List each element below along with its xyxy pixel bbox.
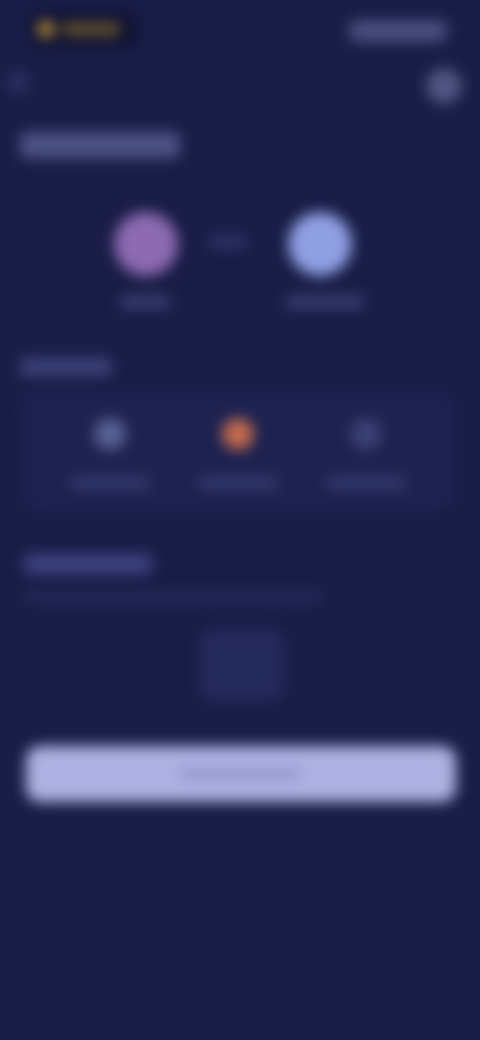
option-icon	[350, 418, 382, 450]
to-token-label	[286, 296, 364, 308]
option-item[interactable]	[306, 412, 426, 498]
option-item[interactable]	[178, 412, 298, 498]
option-item[interactable]	[50, 412, 170, 498]
page-title	[20, 132, 180, 158]
logo-mark-icon	[38, 21, 54, 37]
back-arrow-icon[interactable]	[8, 72, 28, 92]
section-heading	[20, 358, 112, 376]
sub-heading	[24, 554, 152, 574]
option-label	[198, 478, 278, 488]
to-token-icon[interactable]	[288, 212, 352, 276]
brand-logo[interactable]	[30, 12, 136, 46]
option-icon	[222, 418, 254, 450]
option-label	[326, 478, 406, 488]
from-token-label	[120, 296, 170, 308]
account-pill[interactable]	[348, 20, 448, 42]
option-label	[70, 478, 150, 488]
settings-icon[interactable]	[426, 68, 462, 104]
center-graphic	[200, 630, 284, 700]
from-token-icon[interactable]	[114, 212, 178, 276]
swap-arrow-icon[interactable]	[208, 236, 248, 248]
blurred-screen	[0, 0, 480, 1040]
primary-action-label	[178, 768, 302, 780]
sub-description	[24, 592, 324, 602]
logo-wordmark	[62, 23, 120, 35]
option-icon	[94, 418, 126, 450]
